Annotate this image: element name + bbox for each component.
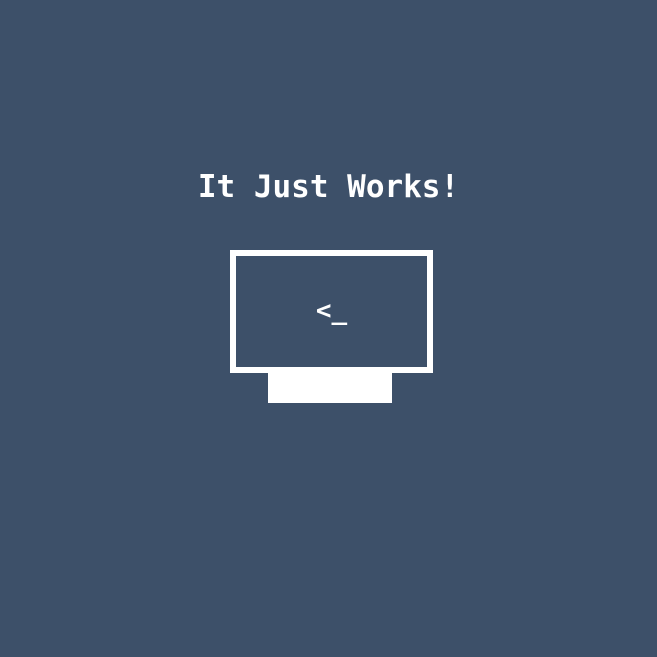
terminal-prompt: <_ bbox=[315, 296, 348, 326]
monitor-stand-icon bbox=[268, 373, 392, 403]
terminal-monitor-icon: <_ bbox=[230, 250, 433, 373]
headline: It Just Works! bbox=[197, 169, 460, 205]
